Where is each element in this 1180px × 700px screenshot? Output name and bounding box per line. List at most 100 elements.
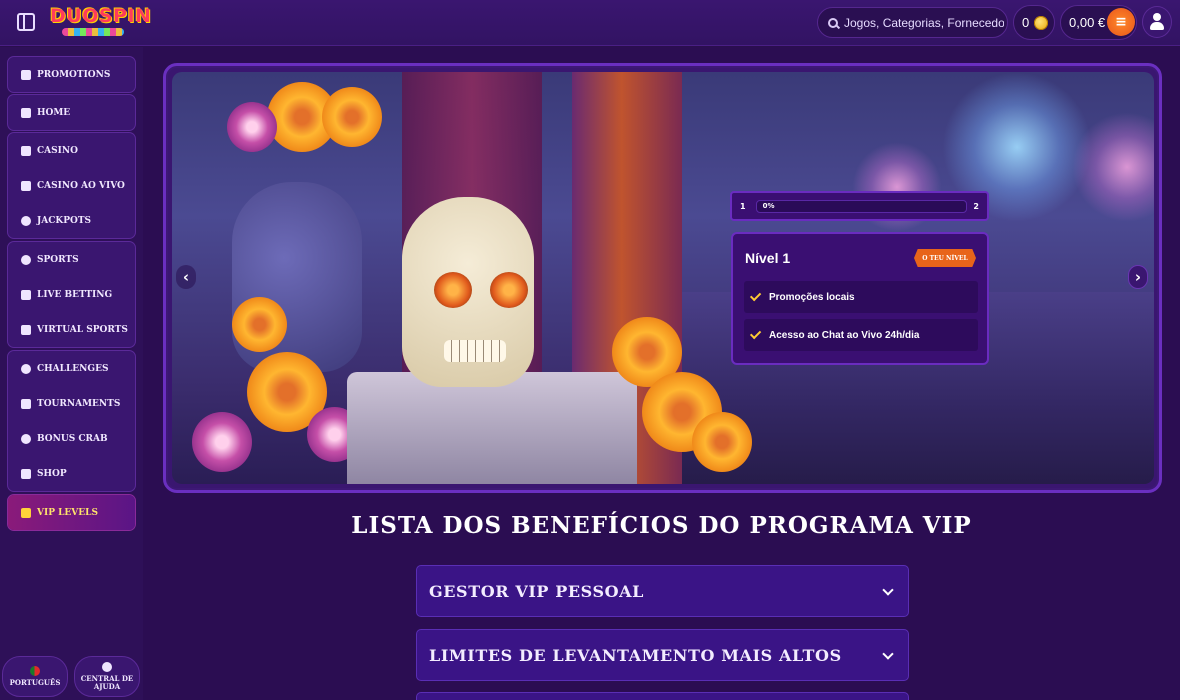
sidebar-item-virtual-sports[interactable]: VIRTUAL SPORTS <box>8 312 135 347</box>
coin-icon <box>1034 15 1049 30</box>
logo-decoration <box>62 28 124 36</box>
coins-balance[interactable]: 0 <box>1013 5 1055 40</box>
trophy-icon <box>21 398 31 409</box>
benefit-accordion-item[interactable]: GESTOR VIP PESSOAL <box>416 565 909 617</box>
skull-eye <box>434 272 472 308</box>
accordion-label: LIMITES DE LEVANTAMENTO MAIS ALTOS <box>429 645 842 665</box>
play-icon <box>21 289 31 300</box>
stone-pedestal <box>347 372 637 484</box>
marigold <box>232 297 287 352</box>
vip-progress-percent: 0% <box>762 201 775 210</box>
nav-group-promotions: PROMOTIONS <box>7 56 136 93</box>
nav-group-sports: SPORTS LIVE BETTING VIRTUAL SPORTS <box>7 241 136 348</box>
accordion-label: GESTOR VIP PESSOAL <box>429 581 645 601</box>
help-label: CENTRAL DE AJUDA <box>80 674 134 691</box>
sidebar-item-label: VIP LEVELS <box>37 507 98 518</box>
nav-group-home: HOME <box>7 94 136 131</box>
flower <box>227 102 277 152</box>
flower <box>192 412 252 472</box>
vip-progress-panel: 1 0% 2 <box>730 191 989 221</box>
help-icon <box>102 662 112 672</box>
vip-banner-illustration <box>172 72 1154 484</box>
nav-group-engagement: CHALLENGES TOURNAMENTS BONUS CRAB SHOP <box>7 350 136 492</box>
help-center-button[interactable]: CENTRAL DE AJUDA <box>74 656 140 697</box>
portugal-flag-icon <box>30 666 40 676</box>
sidebar-item-label: BONUS CRAB <box>37 433 108 444</box>
banner-prev-arrow[interactable]: ‹ <box>176 265 196 289</box>
home-icon <box>21 107 31 118</box>
language-label: PORTUGUÊS <box>9 678 61 687</box>
skull-eye <box>490 272 528 308</box>
sidebar-item-label: TOURNAMENTS <box>37 398 121 409</box>
coins-count: 0 <box>1022 15 1030 30</box>
user-icon <box>1150 13 1164 31</box>
profile-button[interactable] <box>1142 6 1172 38</box>
crown-icon <box>21 507 31 518</box>
gift-icon <box>21 69 31 80</box>
sidebar-item-challenges[interactable]: CHALLENGES <box>8 351 135 386</box>
check-icon <box>749 327 762 340</box>
sidebar-item-label: VIRTUAL SPORTS <box>37 324 128 335</box>
sidebar-item-casino[interactable]: CASINO <box>8 133 135 168</box>
sidebar-item-jackpots[interactable]: JACKPOTS <box>8 203 135 238</box>
phone-icon <box>21 180 31 191</box>
sidebar-item-label: LIVE BETTING <box>37 289 113 300</box>
wallet-button[interactable]: ≡ <box>1107 8 1135 36</box>
level-title: Nível 1 <box>745 250 791 266</box>
sidebar-item-shop[interactable]: SHOP <box>8 456 135 491</box>
logo[interactable]: DUOSPIN <box>50 5 151 27</box>
marigold <box>322 87 382 147</box>
sidebar-item-vip-levels[interactable]: VIP LEVELS <box>8 495 135 530</box>
sidebar-toggle-icon[interactable] <box>17 13 35 31</box>
balance-amount: 0,00 € <box>1069 15 1106 30</box>
sidebar-item-casino-ao-vivo[interactable]: CASINO AO VIVO <box>8 168 135 203</box>
benefit-accordion-item[interactable]: LIMITES DE LEVANTAMENTO MAIS ALTOS <box>416 629 909 681</box>
ball-icon <box>21 254 31 265</box>
clover-icon <box>21 215 31 226</box>
screen-icon <box>21 324 31 335</box>
search-input[interactable] <box>844 15 1004 30</box>
next-level-number: 2 <box>973 201 979 211</box>
sidebar-item-bonus-crab[interactable]: BONUS CRAB <box>8 421 135 456</box>
sidebar-item-tournaments[interactable]: TOURNAMENTS <box>8 386 135 421</box>
bag-icon <box>21 468 31 479</box>
sidebar-item-label: CASINO <box>37 145 78 156</box>
vip-progress-bar: 0% <box>755 199 968 213</box>
sidebar-item-label: PROMOTIONS <box>37 69 111 80</box>
level-benefit-item: Acesso ao Chat ao Vivo 24h/dia <box>744 319 978 351</box>
current-level-badge: O TEU NÍVEL <box>914 249 976 267</box>
marigold <box>692 412 752 472</box>
benefit-label: Promoções locais <box>769 291 855 303</box>
level-benefit-item: Promoções locais <box>744 281 978 313</box>
nav-group-casino: CASINO CASINO AO VIVO JACKPOTS <box>7 132 136 239</box>
sidebar-item-sports[interactable]: SPORTS <box>8 242 135 277</box>
vip-level-card: Nível 1 O TEU NÍVEL Promoções locais Ace… <box>731 232 989 365</box>
benefit-label: Acesso ao Chat ao Vivo 24h/dia <box>769 329 920 341</box>
target-icon <box>21 363 31 374</box>
language-button[interactable]: PORTUGUÊS <box>2 656 68 697</box>
coin-stack-icon: ≡ <box>1115 14 1127 30</box>
chevron-down-icon <box>882 584 894 596</box>
slot-machine-icon <box>21 145 31 156</box>
sidebar-item-live-betting[interactable]: LIVE BETTING <box>8 277 135 312</box>
sidebar-item-label: CASINO AO VIVO <box>37 180 125 191</box>
sidebar-item-label: JACKPOTS <box>37 215 92 226</box>
crab-icon <box>21 433 31 444</box>
sidebar: PROMOTIONS HOME CASINO CASINO AO VIVO JA… <box>0 47 143 700</box>
sidebar-item-label: HOME <box>37 107 71 118</box>
benefit-accordion-item[interactable] <box>416 692 909 700</box>
skull-teeth <box>444 340 506 362</box>
sidebar-item-label: SPORTS <box>37 254 79 265</box>
sidebar-item-promotions[interactable]: PROMOTIONS <box>8 57 135 92</box>
sidebar-item-home[interactable]: HOME <box>8 95 135 130</box>
current-level-number: 1 <box>740 201 746 211</box>
sidebar-item-label: SHOP <box>37 468 67 479</box>
banner-next-arrow[interactable]: › <box>1128 265 1148 289</box>
nav-group-vip: VIP LEVELS <box>7 494 136 531</box>
chevron-down-icon <box>882 648 894 660</box>
sidebar-item-label: CHALLENGES <box>37 363 109 374</box>
search-box[interactable] <box>817 7 1008 38</box>
search-icon <box>828 17 838 28</box>
top-bar: DUOSPIN 0 0,00 € ≡ <box>0 0 1180 46</box>
benefits-section-title: LISTA DOS BENEFÍCIOS DO PROGRAMA VIP <box>351 512 972 539</box>
